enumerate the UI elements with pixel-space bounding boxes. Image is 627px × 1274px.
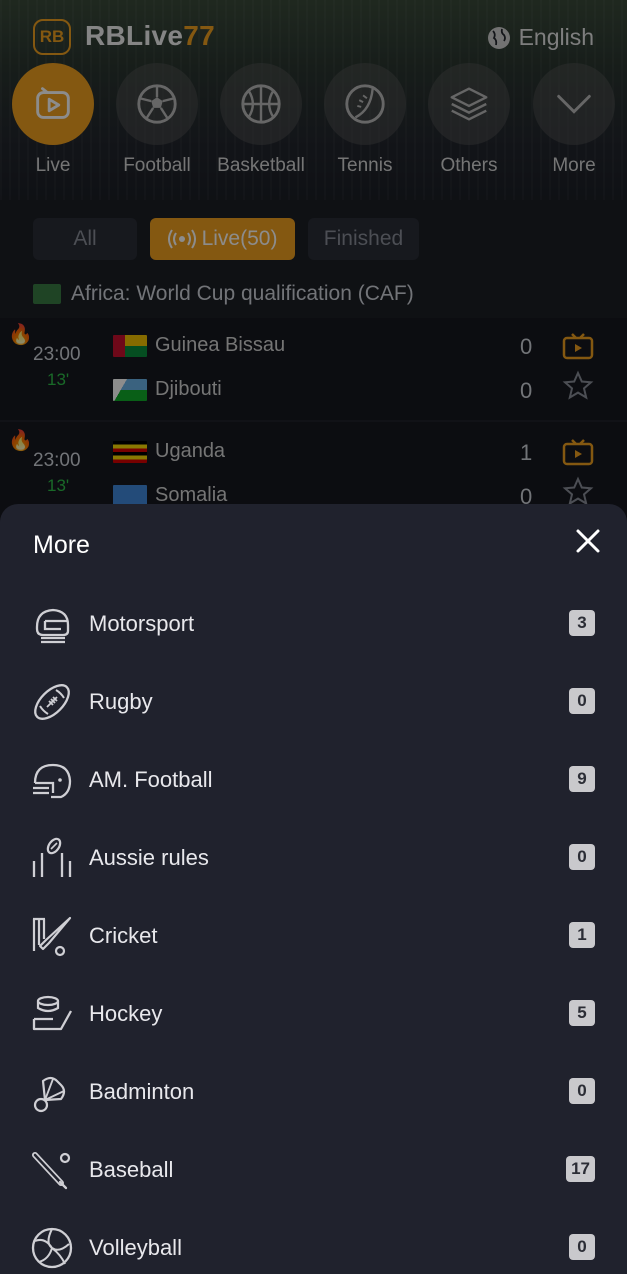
modal-backdrop[interactable] bbox=[0, 0, 627, 520]
baseball-icon bbox=[32, 1152, 71, 1190]
sport-count-badge: 0 bbox=[569, 844, 595, 870]
sport-item-aussie-rules[interactable]: Aussie rules 0 bbox=[0, 818, 627, 896]
app-root: RB RBLive77 English Live Football Basket… bbox=[0, 0, 627, 1274]
sport-name: Motorsport bbox=[89, 611, 195, 636]
shuttlecock-icon bbox=[33, 1076, 66, 1113]
close-icon[interactable] bbox=[575, 528, 601, 554]
sport-item-hockey[interactable]: Hockey 5 bbox=[0, 974, 627, 1052]
sport-name: Baseball bbox=[89, 1157, 174, 1182]
sport-item-rugby[interactable]: Rugby 0 bbox=[0, 662, 627, 740]
sport-name: AM. Football bbox=[89, 767, 213, 792]
sport-name: Badminton bbox=[89, 1079, 195, 1104]
goalposts-icon bbox=[32, 837, 72, 877]
sport-item-badminton[interactable]: Badminton 0 bbox=[0, 1052, 627, 1130]
sport-count-badge: 0 bbox=[569, 688, 595, 714]
sport-item-cricket[interactable]: Cricket 1 bbox=[0, 896, 627, 974]
sport-count-badge: 3 bbox=[569, 610, 595, 636]
sport-name: Aussie rules bbox=[89, 845, 209, 870]
helmet-icon bbox=[35, 608, 70, 644]
sport-item-motorsport[interactable]: Motorsport 3 bbox=[0, 584, 627, 662]
rugby-ball-icon bbox=[34, 684, 70, 720]
sport-count-badge: 1 bbox=[569, 922, 595, 948]
hockey-icon bbox=[32, 995, 73, 1031]
sport-item-baseball[interactable]: Baseball 17 bbox=[0, 1130, 627, 1208]
volleyball-icon bbox=[31, 1227, 73, 1269]
sport-name: Hockey bbox=[89, 1001, 163, 1026]
sport-count-badge: 17 bbox=[566, 1156, 595, 1182]
football-helmet-icon bbox=[33, 763, 72, 799]
sport-name: Volleyball bbox=[89, 1235, 182, 1260]
sport-item-am-football[interactable]: AM. Football 9 bbox=[0, 740, 627, 818]
cricket-icon bbox=[32, 916, 72, 957]
sheet-title: More bbox=[33, 531, 90, 559]
sport-count-badge: 0 bbox=[569, 1078, 595, 1104]
sport-name: Cricket bbox=[89, 923, 158, 948]
sport-count-badge: 9 bbox=[569, 766, 595, 792]
sport-name: Rugby bbox=[89, 689, 153, 714]
more-sheet: More Motorsport 3 Rugby 0 AM. Football 9… bbox=[0, 504, 627, 1274]
sport-count-badge: 5 bbox=[569, 1000, 595, 1026]
sport-item-volleyball[interactable]: Volleyball 0 bbox=[0, 1208, 627, 1274]
sport-count-badge: 0 bbox=[569, 1234, 595, 1260]
